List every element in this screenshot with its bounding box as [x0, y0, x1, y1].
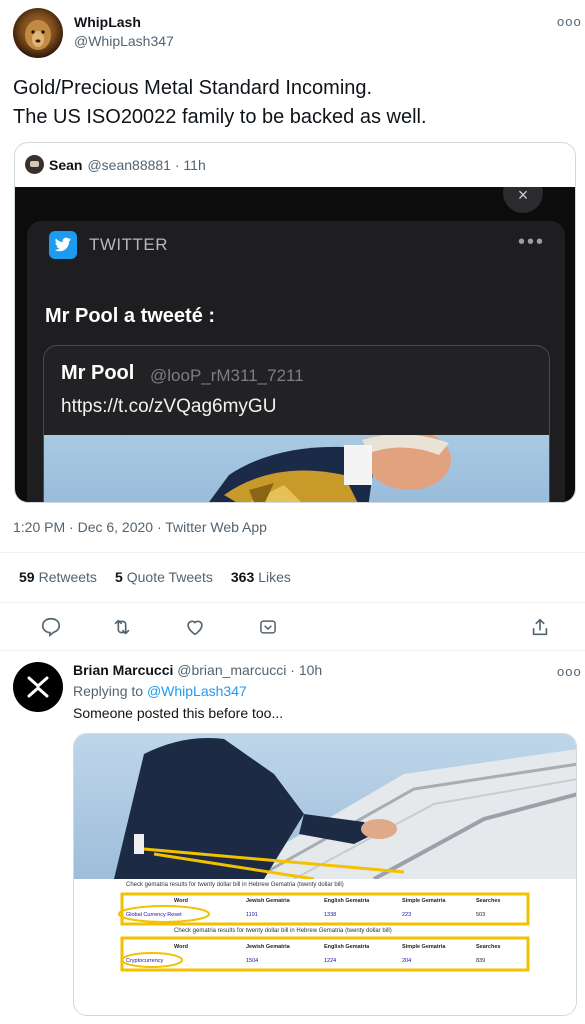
quote-author-name[interactable]: Sean	[49, 157, 82, 173]
header-english-2: English Gematria	[324, 944, 370, 950]
embedded-tweet-card: Mr Pool @looP_rM311_7211 https://t.co/zV…	[43, 345, 550, 502]
gematria-meme-image: Check gematria results for twenty dollar…	[74, 734, 576, 1015]
lion-avatar-icon	[25, 20, 51, 50]
tweet-timestamp[interactable]: 1:20 PM · Dec 6, 2020 · Twitter Web App	[13, 519, 267, 535]
like-icon[interactable]	[180, 612, 210, 642]
quoted-tweet[interactable]: Sean @sean88881 · 11h × TWITTER ••• Mr P…	[14, 142, 576, 503]
divider	[0, 602, 585, 603]
divider	[0, 650, 585, 651]
author-handle[interactable]: @WhipLash347	[74, 33, 174, 49]
gematria-caption-2: Check gematria results for twenty dollar…	[174, 928, 392, 934]
reply-header: Brian Marcucci @brian_marcucci · 10h	[73, 662, 322, 678]
notification-more-icon: •••	[517, 231, 545, 253]
quote-tweets-stat[interactable]: 5 Quote Tweets	[115, 569, 213, 585]
retweets-count: 59	[19, 569, 35, 585]
header-searches-2: Searches	[476, 944, 500, 950]
header-english-1: English Gematria	[324, 898, 370, 904]
share-icon[interactable]	[525, 612, 555, 642]
reply-more-options-icon[interactable]: ooo	[557, 664, 582, 679]
likes-label: Likes	[258, 569, 291, 585]
notification-app-name: TWITTER	[89, 235, 169, 254]
man-in-suit-image	[209, 435, 451, 502]
row1-jewish: 1191	[246, 912, 258, 918]
retweets-stat[interactable]: 59 Retweets	[19, 569, 97, 585]
quoted-tweet-media[interactable]: × TWITTER ••• Mr Pool a tweeté : Mr Pool…	[15, 187, 575, 502]
reply-text: Someone posted this before too...	[73, 705, 284, 721]
retweets-label: Retweets	[38, 569, 97, 585]
tweet-text: Gold/Precious Metal Standard Incoming. T…	[13, 77, 427, 128]
header-word-1: Word	[174, 898, 188, 904]
author-avatar[interactable]	[13, 8, 63, 58]
reply-author-name[interactable]: Brian Marcucci	[73, 662, 173, 678]
header-jewish-2: Jewish Gematria	[246, 944, 291, 950]
replying-to: Replying to @WhipLash347	[73, 683, 247, 699]
gematria-caption-1: Check gematria results for twenty dollar…	[126, 882, 344, 888]
row2-searches: 839	[476, 958, 485, 964]
twitter-bird-icon	[49, 231, 77, 259]
xrp-logo-icon	[27, 676, 49, 698]
header-word-2: Word	[174, 944, 188, 950]
embedded-author-name: Mr Pool	[61, 362, 135, 384]
more-options-icon[interactable]: ooo	[557, 14, 582, 29]
embedded-photo	[44, 435, 549, 502]
likes-stat[interactable]: 363 Likes	[231, 569, 291, 585]
row1-word: Global Currency Reset	[126, 912, 182, 918]
replying-to-link[interactable]: @WhipLash347	[147, 683, 247, 699]
row2-jewish: 1504	[246, 958, 258, 964]
quote-tweets-count: 5	[114, 569, 123, 585]
header-simple-1: Simple Gematria	[402, 898, 446, 904]
quote-author-avatar[interactable]	[25, 155, 44, 174]
row1-simple: 223	[402, 912, 411, 918]
row2-english: 1224	[324, 958, 336, 964]
quote-tweets-label: Quote Tweets	[126, 569, 213, 585]
tweet-stats: 59 Retweets 5 Quote Tweets 363 Likes	[19, 569, 291, 585]
replying-prefix: Replying to	[73, 683, 144, 699]
row1-searches: 503	[476, 912, 485, 918]
notification-card: TWITTER ••• Mr Pool a tweeté : Mr Pool @…	[27, 221, 565, 502]
reply-media-image[interactable]: Check gematria results for twenty dollar…	[73, 733, 577, 1016]
header-jewish-1: Jewish Gematria	[246, 898, 291, 904]
close-icon: ×	[503, 187, 543, 213]
quote-author-handle[interactable]: @sean88881 · 11h	[87, 157, 205, 173]
tweet-actions	[0, 612, 585, 642]
reply-author-avatar[interactable]	[13, 662, 63, 712]
notification-title: Mr Pool a tweeté :	[45, 305, 216, 327]
row1-english: 1338	[324, 912, 336, 918]
divider	[0, 552, 585, 553]
reply-author-handle[interactable]: @brian_marcucci · 10h	[177, 662, 322, 678]
header-searches-1: Searches	[476, 898, 500, 904]
quoted-tweet-header: Sean @sean88881 · 11h	[25, 155, 206, 174]
likes-count: 363	[230, 569, 255, 585]
row2-simple: 204	[402, 958, 411, 964]
row2-word: Cryptocurrency	[126, 958, 164, 964]
embedded-author-handle: @looP_rM311_7211	[150, 366, 304, 385]
header-simple-2: Simple Gematria	[402, 944, 446, 950]
tip-icon[interactable]	[253, 612, 283, 642]
embedded-link: https://t.co/zVQag6myGU	[61, 396, 277, 417]
author-display-name[interactable]: WhipLash	[74, 14, 141, 30]
retweet-icon[interactable]	[107, 612, 137, 642]
reply-icon[interactable]	[36, 612, 66, 642]
